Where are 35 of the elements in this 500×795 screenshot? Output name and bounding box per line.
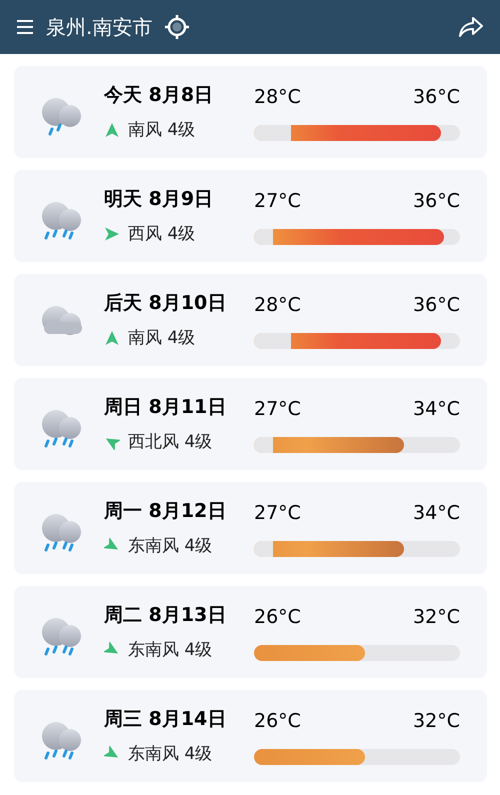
low-temperature: 28°C	[254, 84, 301, 110]
wind-label: 东南风 4级	[128, 638, 212, 662]
day-date: 明天 8月9日	[104, 187, 214, 212]
high-temperature: 32°C	[413, 604, 460, 630]
high-temperature: 36°C	[413, 292, 460, 318]
day-date: 周二 8月13日	[104, 603, 228, 628]
wind-label: 南风 4级	[128, 326, 196, 350]
day-date: 周日 8月11日	[104, 395, 228, 420]
share-icon[interactable]	[458, 16, 484, 38]
day-date: 周三 8月14日	[104, 707, 228, 732]
wind-arrow-icon	[104, 122, 120, 138]
high-temperature: 36°C	[413, 84, 460, 110]
low-temperature: 26°C	[254, 708, 301, 734]
location-icon[interactable]	[164, 14, 190, 40]
city-name[interactable]: 泉州.南安市	[46, 12, 152, 42]
day-date: 后天 8月10日	[104, 291, 228, 316]
low-temperature: 26°C	[254, 604, 301, 630]
high-temperature: 36°C	[413, 188, 460, 214]
wind-label: 西风 4级	[128, 222, 196, 246]
wind-label: 东南风 4级	[128, 534, 212, 558]
day-date: 今天 8月8日	[104, 83, 214, 108]
wind-label: 西北风 4级	[128, 430, 212, 454]
wind-label: 东南风 4级	[128, 742, 212, 766]
low-temperature: 27°C	[254, 500, 301, 526]
high-temperature: 34°C	[413, 396, 460, 422]
low-temperature: 27°C	[254, 188, 301, 214]
wind-arrow-icon	[104, 226, 120, 242]
high-temperature: 32°C	[413, 708, 460, 734]
low-temperature: 27°C	[254, 396, 301, 422]
wind-label: 南风 4级	[128, 118, 196, 142]
high-temperature: 34°C	[413, 500, 460, 526]
wind-arrow-icon	[104, 330, 120, 346]
menu-icon[interactable]	[16, 19, 34, 35]
low-temperature: 28°C	[254, 292, 301, 318]
day-date: 周一 8月12日	[104, 499, 228, 524]
